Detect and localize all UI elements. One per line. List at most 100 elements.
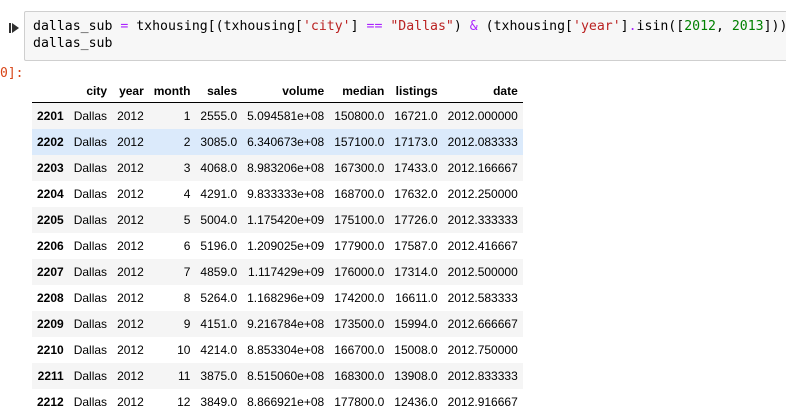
table-row: 2201 Dallas 2012 1 2555.0 5.094581e+08 150800.… bbox=[32, 102, 523, 129]
table-cell-sales: 4859.0 bbox=[200, 265, 238, 279]
table-cell-year: 2012 bbox=[117, 395, 144, 409]
table-cell-date: 2012.583333 bbox=[447, 291, 518, 305]
code-token: 2012 bbox=[684, 19, 716, 34]
code-token: ) bbox=[453, 19, 470, 34]
table-row: 2205 Dallas 2012 5 5004.0 1.175420e+09 175100.… bbox=[32, 207, 523, 233]
table-cell-date: 2012.916667 bbox=[447, 395, 518, 409]
table-cell-month: 6 bbox=[183, 239, 191, 253]
table-cell-sales: 5004.0 bbox=[200, 213, 238, 227]
table-cell-volume: 6.340673e+08 bbox=[247, 135, 325, 149]
code-line-1: dallas_sub = txhousing[(txhousing['city'… bbox=[33, 19, 786, 34]
table-cell-year: 2012 bbox=[117, 239, 144, 253]
code-token: dallas_sub bbox=[33, 19, 121, 34]
table-cell-city: Dallas bbox=[73, 395, 108, 409]
column-header-year: year bbox=[112, 79, 149, 103]
table-cell-listings: 16721.0 bbox=[394, 109, 438, 123]
table-cell-listings: 13908.0 bbox=[394, 369, 438, 383]
table-cell-listings: 17632.0 bbox=[394, 187, 438, 201]
table-cell-year: 2012 bbox=[117, 291, 144, 305]
row-index: 2206 bbox=[37, 239, 64, 253]
table-body: 2201 Dallas 2012 1 2555.0 5.094581e+08 150800.… bbox=[32, 102, 523, 416]
table-cell-volume: 9.833333e+08 bbox=[247, 187, 325, 201]
table-cell-median: 166700.0 bbox=[334, 343, 385, 357]
code-token: txhousing[(txhousing[ bbox=[128, 19, 303, 34]
table-cell-year: 2012 bbox=[117, 109, 144, 123]
table-cell-sales: 4068.0 bbox=[200, 161, 238, 175]
row-index: 2201 bbox=[37, 109, 64, 123]
table-cell-month: 5 bbox=[183, 213, 191, 227]
table-cell-city: Dallas bbox=[73, 109, 108, 123]
table-cell-sales: 5196.0 bbox=[200, 239, 238, 253]
table-cell-median: 168300.0 bbox=[334, 369, 385, 383]
table-cell-month: 9 bbox=[183, 317, 191, 331]
code-token: ] bbox=[620, 19, 629, 34]
table-cell-median: 174200.0 bbox=[334, 291, 385, 305]
index-header bbox=[32, 79, 69, 103]
table-cell-volume: 1.175420e+09 bbox=[247, 213, 325, 227]
table-cell-month: 7 bbox=[183, 265, 191, 279]
table-cell-date: 2012.666667 bbox=[447, 317, 518, 331]
table-cell-month: 4 bbox=[183, 187, 191, 201]
table-cell-listings: 15994.0 bbox=[394, 317, 438, 331]
table-cell-year: 2012 bbox=[117, 135, 144, 149]
code-line-2: dallas_sub bbox=[33, 36, 113, 51]
table-cell-listings: 16611.0 bbox=[395, 291, 438, 305]
table-cell-month: 3 bbox=[183, 161, 191, 175]
code-token: ]))] bbox=[763, 19, 786, 34]
table-cell-volume: 8.866921e+08 bbox=[247, 395, 325, 409]
table-cell-city: Dallas bbox=[73, 213, 108, 227]
output-prompt: 0]: bbox=[0, 66, 24, 81]
code-token: ] bbox=[350, 19, 367, 34]
code-cell[interactable]: dallas_sub = txhousing[(txhousing['city'… bbox=[0, 8, 786, 62]
table-cell-volume: 1.117429e+09 bbox=[248, 265, 325, 279]
table-cell-sales: 4291.0 bbox=[200, 187, 238, 201]
table-row: 2211 Dallas 2012 11 3875.0 8.515060e+08 168300… bbox=[32, 363, 523, 389]
table-cell-median: 157100.0 bbox=[334, 135, 385, 149]
table-cell-month: 10 bbox=[177, 343, 191, 357]
table-cell-listings: 17173.0 bbox=[394, 135, 438, 149]
table-cell-city: Dallas bbox=[73, 343, 108, 357]
table-cell-listings: 17314.0 bbox=[394, 265, 438, 279]
row-index: 2203 bbox=[37, 161, 64, 175]
table-cell-city: Dallas bbox=[73, 187, 108, 201]
table-cell-median: 176000.0 bbox=[334, 265, 385, 279]
code-text[interactable]: dallas_sub = txhousing[(txhousing['city'… bbox=[33, 18, 786, 52]
code-token: == bbox=[366, 19, 383, 34]
code-token: 2013 bbox=[731, 19, 764, 34]
row-index: 2205 bbox=[37, 213, 64, 227]
table-row: 2206 Dallas 2012 6 5196.0 1.209025e+09 177900.… bbox=[32, 233, 523, 259]
row-index: 2207 bbox=[37, 265, 64, 279]
table-cell-city: Dallas bbox=[73, 239, 108, 253]
table-cell-listings: 17433.0 bbox=[394, 161, 438, 175]
column-header-median: median bbox=[329, 79, 390, 103]
table-cell-year: 2012 bbox=[117, 161, 144, 175]
table-cell-year: 2012 bbox=[117, 265, 144, 279]
table-cell-median: 167300.0 bbox=[334, 161, 385, 175]
table-cell-date: 2012.333333 bbox=[447, 213, 518, 227]
code-editor[interactable]: dallas_sub = txhousing[(txhousing['city'… bbox=[24, 11, 786, 61]
table-row: 2210 Dallas 2012 10 4214.0 8.853304e+08 166700… bbox=[32, 337, 523, 363]
column-header-listings: listings bbox=[389, 79, 443, 103]
table-cell-date: 2012.416667 bbox=[447, 239, 518, 253]
table-cell-listings: 17726.0 bbox=[394, 213, 438, 227]
table-cell-city: Dallas bbox=[73, 161, 108, 175]
table-cell-year: 2012 bbox=[117, 213, 144, 227]
table-cell-month: 2 bbox=[183, 135, 191, 149]
table-cell-date: 2012.500000 bbox=[447, 265, 518, 279]
code-token: , bbox=[715, 19, 732, 34]
table-row: 2203 Dallas 2012 3 4068.0 8.983206e+08 167300.… bbox=[32, 155, 523, 181]
table-cell-median: 177800.0 bbox=[334, 395, 385, 409]
code-token: & bbox=[469, 19, 478, 34]
table-cell-date: 2012.750000 bbox=[447, 343, 518, 357]
table-cell-date: 2012.083333 bbox=[447, 135, 518, 149]
table-row: 2202 Dallas 2012 2 3085.0 6.340673e+08 157100.… bbox=[32, 129, 523, 155]
table-row: 2204 Dallas 2012 4 4291.0 9.833333e+08 168700.… bbox=[32, 181, 523, 207]
run-cell-icon[interactable] bbox=[9, 22, 21, 34]
table-cell-sales: 5264.0 bbox=[200, 291, 238, 305]
table-cell-listings: 15008.0 bbox=[394, 343, 438, 357]
table-cell-date: 2012.000000 bbox=[447, 109, 518, 123]
table-cell-year: 2012 bbox=[117, 343, 144, 357]
column-header-month: month bbox=[148, 79, 196, 103]
table-cell-median: 150800.0 bbox=[334, 109, 385, 123]
row-index: 2202 bbox=[37, 135, 64, 149]
